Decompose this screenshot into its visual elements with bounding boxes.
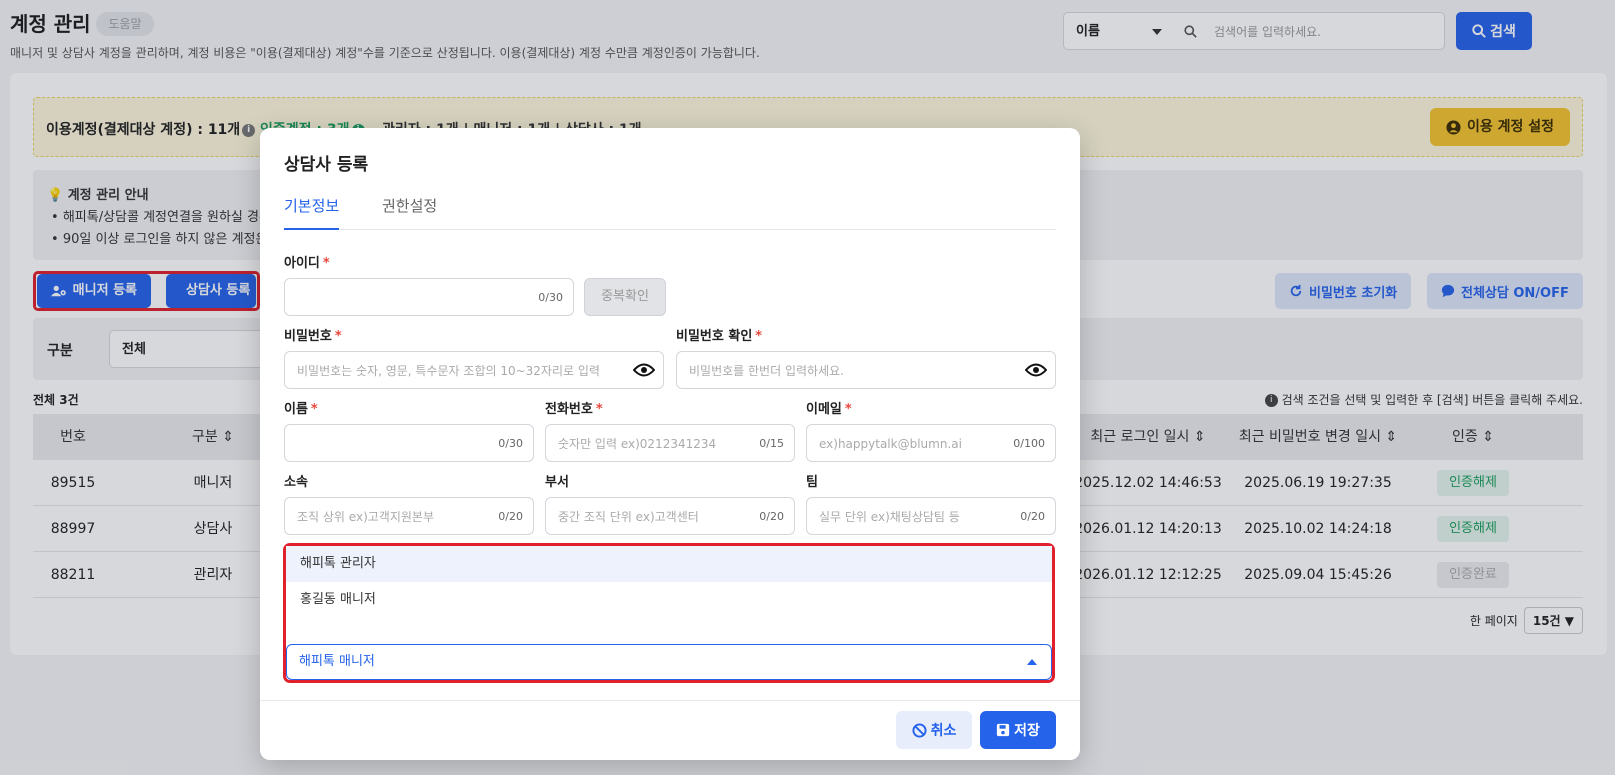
- org-placeholder: 조직 상위 ex)고객지원본부: [297, 510, 434, 524]
- phone-counter: 0/15: [759, 437, 784, 450]
- dropdown-option[interactable]: 홍길동 매니저: [286, 582, 1052, 618]
- tab-basic-info[interactable]: 기본정보: [284, 190, 340, 230]
- eye-icon[interactable]: [633, 362, 655, 378]
- team-placeholder: 실무 단위 ex)채팅상담팀 등: [819, 510, 960, 524]
- phone-label: 전화번호 *: [545, 402, 603, 417]
- password-input[interactable]: 비밀번호는 숫자, 영문, 특수문자 조합의 10~32자리로 입력: [284, 351, 664, 389]
- email-placeholder: ex)happytalk@blumn.ai: [819, 437, 962, 451]
- team-counter: 0/20: [1020, 510, 1045, 523]
- dept-placeholder: 중간 조직 단위 ex)고객센터: [558, 510, 699, 524]
- save-icon: [996, 723, 1010, 737]
- id-counter: 0/30: [538, 291, 563, 304]
- phone-input[interactable]: 숫자만 입력 ex)0212341234 0/15: [545, 424, 795, 462]
- name-label: 이름 *: [284, 402, 318, 417]
- manager-selected-value: 해피톡 매니저: [299, 654, 375, 669]
- caret-up-icon: [1027, 659, 1037, 665]
- dept-label: 부서: [545, 475, 569, 490]
- password-placeholder: 비밀번호는 숫자, 영문, 특수문자 조합의 10~32자리로 입력: [297, 364, 600, 378]
- name-counter: 0/30: [498, 437, 523, 450]
- password-confirm-placeholder: 비밀번호를 한번더 입력하세요.: [689, 364, 844, 378]
- tab-permissions[interactable]: 권한설정: [382, 190, 437, 230]
- manager-dropdown-list: 해피톡 관리자 홍길동 매니저: [286, 546, 1052, 638]
- id-input[interactable]: 0/30: [284, 278, 574, 316]
- modal-title: 상담사 등록: [284, 155, 369, 175]
- save-label: 저장: [1014, 723, 1040, 739]
- email-input[interactable]: ex)happytalk@blumn.ai 0/100: [806, 424, 1056, 462]
- save-button[interactable]: 저장: [980, 711, 1056, 749]
- password-label: 비밀번호 *: [284, 329, 342, 344]
- email-label: 이메일 *: [806, 402, 852, 417]
- cancel-button[interactable]: 취소: [896, 711, 972, 749]
- id-label: 아이디 *: [284, 256, 330, 271]
- ban-icon: [912, 722, 927, 738]
- password-confirm-input[interactable]: 비밀번호를 한번더 입력하세요.: [676, 351, 1056, 389]
- team-input[interactable]: 실무 단위 ex)채팅상담팀 등 0/20: [806, 497, 1056, 535]
- dropdown-option[interactable]: 해피톡 관리자: [286, 546, 1052, 582]
- duplicate-check-button[interactable]: 중복확인: [584, 278, 666, 316]
- org-input[interactable]: 조직 상위 ex)고객지원본부 0/20: [284, 497, 534, 535]
- dept-counter: 0/20: [759, 510, 784, 523]
- eye-icon[interactable]: [1025, 362, 1047, 378]
- org-counter: 0/20: [498, 510, 523, 523]
- cancel-label: 취소: [930, 723, 957, 739]
- name-input[interactable]: 0/30: [284, 424, 534, 462]
- modal-divider: [260, 700, 1080, 701]
- org-label: 소속: [284, 475, 308, 490]
- dept-input[interactable]: 중간 조직 단위 ex)고객센터 0/20: [545, 497, 795, 535]
- team-label: 팀: [806, 475, 818, 490]
- phone-placeholder: 숫자만 입력 ex)0212341234: [558, 437, 717, 451]
- password-confirm-label: 비밀번호 확인 *: [676, 329, 763, 344]
- email-counter: 0/100: [1013, 437, 1045, 450]
- modal-tabs: 기본정보 권한설정: [284, 190, 1056, 230]
- manager-select[interactable]: 해피톡 매니저: [286, 644, 1052, 680]
- register-agent-modal: 상담사 등록 기본정보 권한설정 아이디 * 0/30 중복확인 비밀번호 * 비밀…: [260, 128, 1080, 760]
